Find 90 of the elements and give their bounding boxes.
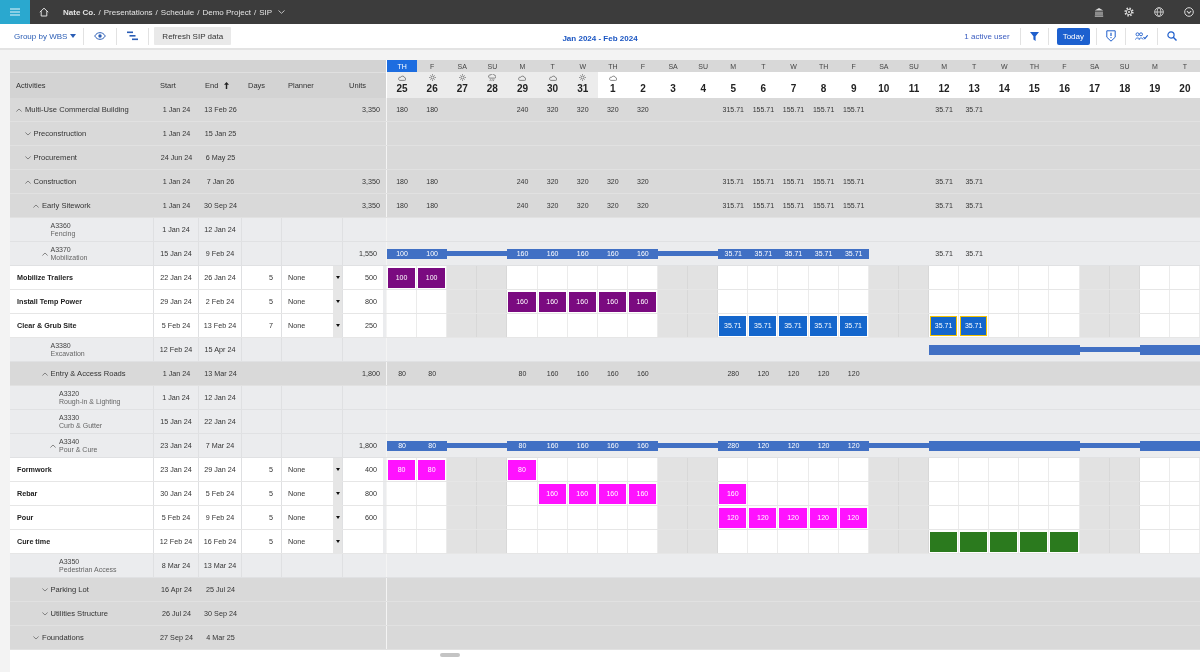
allocation-block[interactable] [960,531,988,552]
allocation-block[interactable] [1020,531,1048,552]
shield-icon[interactable] [1106,30,1116,42]
day-number: 30 [547,82,559,96]
day-number: 15 [1028,82,1040,96]
day-number: 28 [486,82,498,96]
day-number: 9 [850,82,857,96]
day-number: 25 [396,82,408,96]
caret-down-icon [335,516,340,519]
users-check-icon[interactable] [1135,31,1148,41]
day-number: 5 [730,82,737,96]
allocation-block[interactable] [1050,531,1078,552]
breadcrumb-link[interactable]: Schedule [160,7,195,17]
schedule-bar-segment [1169,344,1200,355]
day-number: 8 [820,82,827,96]
home-icon[interactable] [39,7,49,17]
day-number: 2 [640,82,646,96]
day-number: 18 [1119,82,1131,96]
sun-icon [458,74,466,81]
active-users-link[interactable]: 1 active user [964,31,1010,41]
globe-icon[interactable] [1154,7,1164,17]
schedule-bar-segment [929,344,960,355]
chevron-down-icon[interactable] [24,155,31,160]
chevron-up-icon[interactable] [41,371,48,376]
group-by-dropdown[interactable]: Group by WBS [14,29,77,43]
refresh-button[interactable]: Refresh SIP data [154,27,232,45]
caret-down-icon [335,468,340,471]
day-number: 17 [1089,82,1101,96]
caret-down-icon [335,276,340,279]
sun-icon [579,74,587,81]
menu-icon [10,8,20,16]
day-number: 4 [700,82,706,96]
day-number: 26 [426,82,438,96]
day-number: 10 [878,82,890,96]
breadcrumb-link[interactable]: Demo Project [202,7,251,17]
gantt-icon[interactable] [127,31,139,41]
cloud-icon [398,74,407,81]
scrollbar-thumb[interactable] [440,653,460,657]
day-number: 3 [670,82,676,96]
chevron-circle-icon[interactable] [1184,7,1194,17]
caret-down-icon [335,492,340,495]
date-range: Jan 2024 - Feb 2024 [562,34,638,43]
chevron-up-icon[interactable] [16,107,22,112]
allocation-block[interactable] [930,531,958,552]
day-number: 27 [456,82,468,96]
building-icon[interactable] [1094,7,1104,17]
search-icon[interactable] [1167,31,1177,41]
caret-down-icon [70,34,77,38]
day-number: 29 [516,82,529,96]
day-number: 13 [968,82,980,96]
breadcrumb-separator: / [98,7,101,17]
breadcrumb-separator: / [253,7,257,17]
day-number: 19 [1149,82,1161,96]
settings-icon[interactable] [1124,7,1134,17]
chevron-down-icon[interactable] [41,587,48,592]
caret-down-icon [335,300,340,303]
chevron-down-icon[interactable] [33,635,39,640]
chevron-up-icon[interactable] [33,203,39,208]
day-number: 20 [1179,82,1191,96]
chevron-up-icon[interactable] [41,251,48,256]
day-number: 6 [760,82,767,96]
breadcrumb-link[interactable]: SIP [259,7,273,17]
chevron-up-icon[interactable] [50,443,56,448]
caret-down-icon [335,540,340,543]
day-number: 11 [908,82,920,96]
sort-ascending-icon[interactable] [224,82,230,89]
sun-icon [428,74,436,81]
breadcrumb-link[interactable]: Presentations [103,7,153,17]
day-number: 12 [938,82,950,96]
breadcrumb-separator: / [197,7,200,17]
filter-icon[interactable] [1029,31,1039,41]
allocation-block[interactable] [990,531,1018,552]
caret-down-icon [335,324,340,327]
schedule-bar-segment [1169,440,1200,451]
cloud-icon [608,74,617,81]
day-number: 31 [577,82,589,96]
breadcrumb-link[interactable]: Nate Co. [63,7,96,17]
chevron-up-icon[interactable] [24,179,31,184]
day-number: 16 [1058,82,1071,96]
eye-icon[interactable] [94,32,107,40]
rain-cloud-icon [488,73,497,82]
day-number: 14 [998,82,1010,96]
cloud-icon [548,74,557,81]
today-button[interactable]: Today [1056,27,1090,45]
day-number: 7 [790,82,797,96]
day-number: 1 [610,82,616,96]
chevron-down-icon[interactable] [41,611,48,616]
chevron-down-icon[interactable] [24,131,31,136]
breadcrumb-separator: / [155,7,158,17]
cloud-icon [518,74,527,81]
